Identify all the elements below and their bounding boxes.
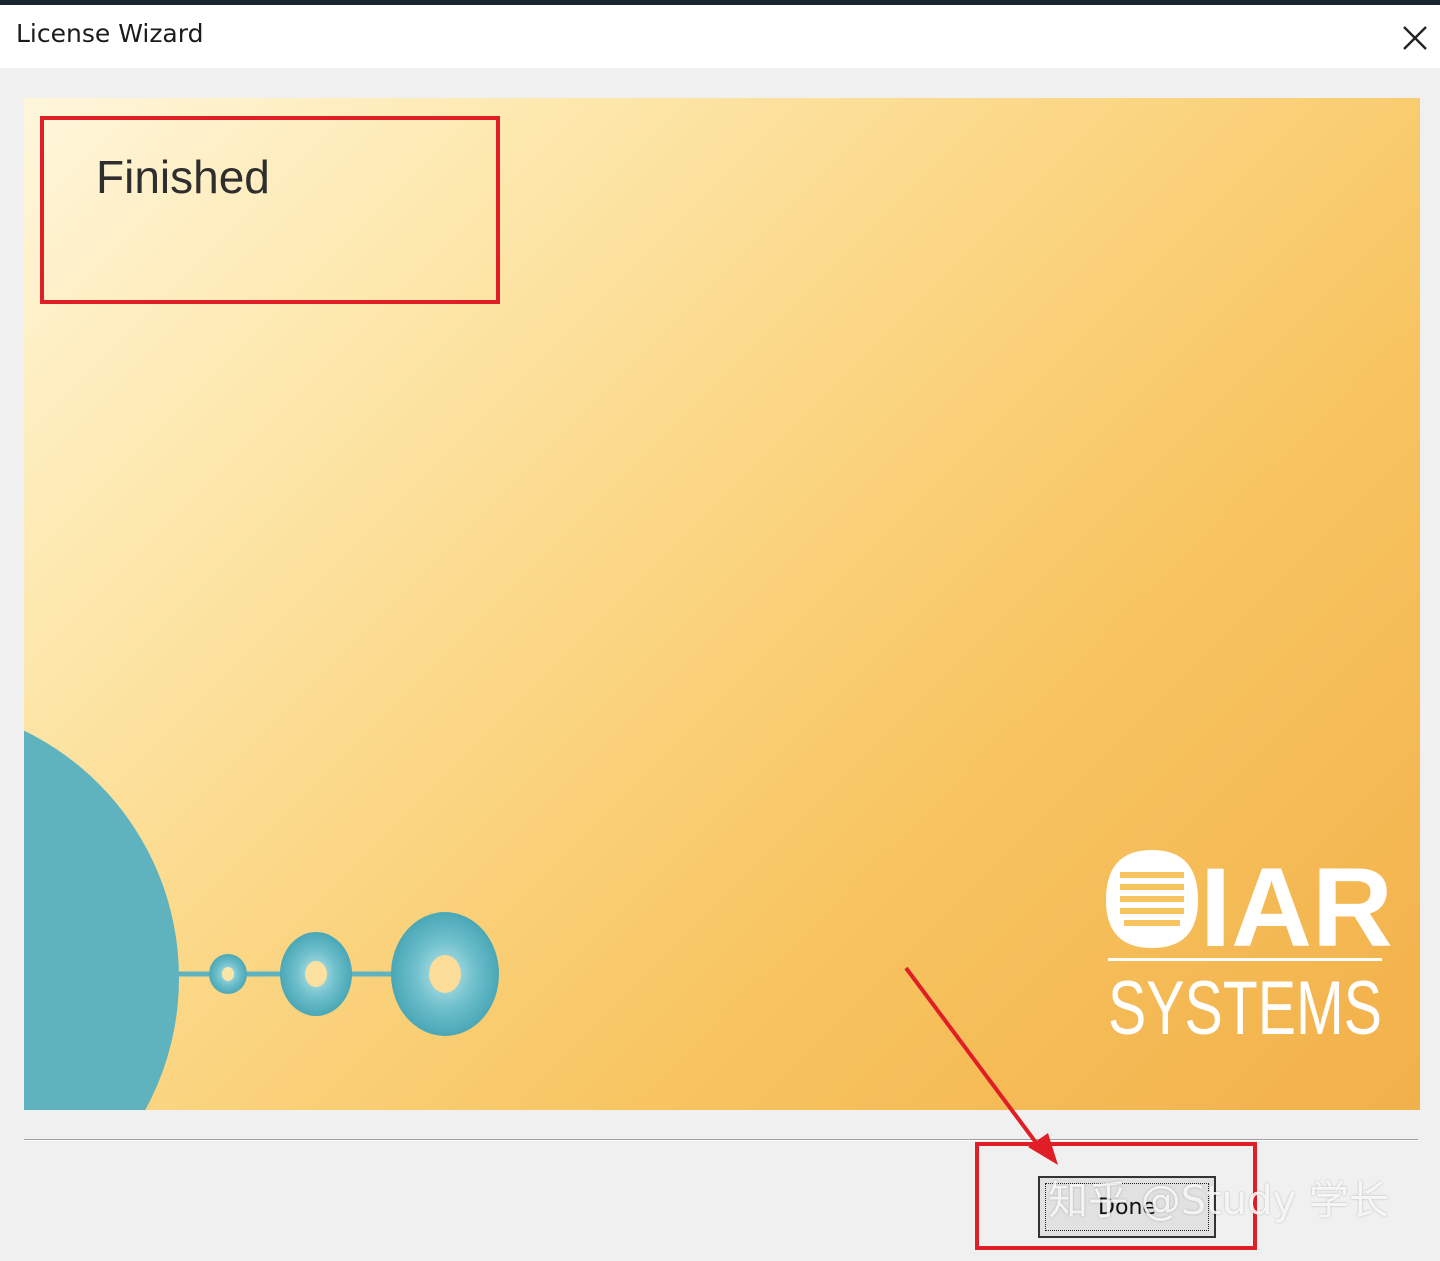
done-button[interactable]: Done — [1038, 1176, 1216, 1238]
iar-logo-icon: IAR SYSTEMS — [1106, 845, 1392, 1044]
heading-annotation-box — [40, 116, 500, 304]
close-button[interactable] — [1388, 15, 1440, 63]
logo-secondary-text: SYSTEMS — [1108, 966, 1382, 1044]
logo-primary-text: IAR — [1200, 845, 1392, 970]
done-button-label: Done — [1098, 1194, 1156, 1220]
window-title: License Wizard — [16, 19, 204, 48]
wizard-banner: Finished IAR SYSTEMS — [24, 98, 1420, 1110]
large-teal-circle — [24, 730, 179, 1110]
footer-separator — [24, 1139, 1418, 1141]
close-icon — [1403, 26, 1427, 50]
license-wizard-window: License Wizard Finished IAR SYSTEMS Done… — [0, 0, 1440, 1261]
page-heading: Finished — [96, 151, 270, 203]
title-bar[interactable]: License Wizard — [0, 5, 1440, 68]
done-focus-rect: Done — [1045, 1183, 1209, 1231]
